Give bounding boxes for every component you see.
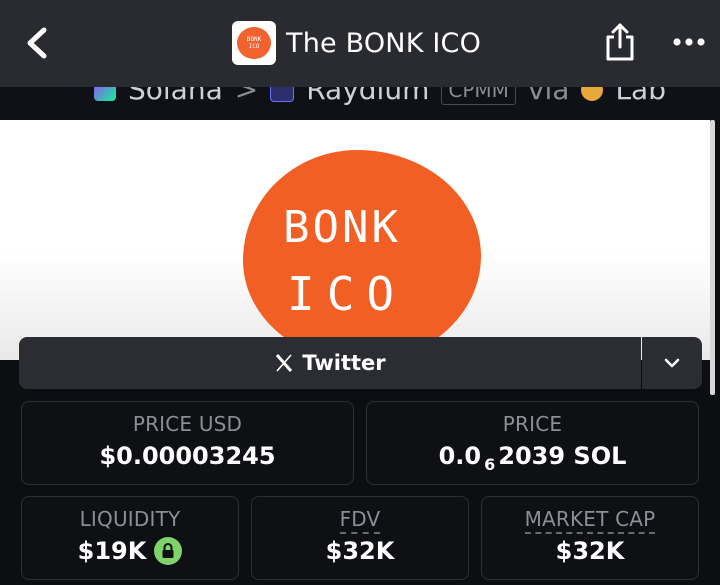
price-zero-count: 6 bbox=[484, 454, 496, 474]
price-suffix: 2039 SOL bbox=[498, 442, 627, 470]
market-cap-value: $32K bbox=[555, 537, 625, 565]
fdv-card: FDV $32K bbox=[251, 496, 469, 580]
price-native-card: PRICE 0.0 6 2039 SOL bbox=[366, 401, 699, 485]
favicon-line-1: BONK bbox=[246, 36, 262, 43]
top-nav-bar: BONK ICO The BONK ICO bbox=[0, 0, 720, 87]
site-favicon: BONK ICO bbox=[232, 21, 276, 65]
breadcrumb-dex[interactable]: Raydium bbox=[306, 87, 429, 106]
token-banner-image: BONK ICO bbox=[0, 120, 710, 360]
bonk-ico-logo: BONK ICO bbox=[243, 150, 481, 360]
launchpad-icon bbox=[581, 87, 604, 101]
fdv-value: $32K bbox=[325, 537, 395, 565]
price-usd-value: $0.00003245 bbox=[99, 442, 276, 470]
breadcrumb-separator: > bbox=[234, 87, 259, 106]
share-icon[interactable] bbox=[603, 22, 637, 62]
pool-type-badge: CPMM bbox=[441, 87, 516, 105]
x-logo-icon bbox=[276, 354, 293, 372]
page-title: The BONK ICO bbox=[286, 27, 482, 59]
price-usd-label: PRICE USD bbox=[132, 412, 243, 436]
page-scrollbar[interactable] bbox=[710, 120, 715, 395]
logo-text-line-1: BONK bbox=[283, 202, 401, 253]
liquidity-label: LIQUIDITY bbox=[79, 507, 181, 531]
liquidity-locked-lock-icon[interactable] bbox=[154, 537, 183, 565]
logo-text-line-2: ICO bbox=[287, 267, 406, 321]
breadcrumb-via: via bbox=[527, 87, 570, 106]
price-native-label: PRICE bbox=[502, 412, 563, 436]
favicon-line-2: ICO bbox=[248, 43, 260, 50]
more-options-icon[interactable] bbox=[672, 36, 706, 48]
market-cap-label: MARKET CAP bbox=[482, 507, 698, 534]
twitter-button[interactable]: Twitter bbox=[19, 337, 641, 389]
breadcrumb: Solana > Raydium CPMM via Lab bbox=[0, 87, 720, 120]
solana-icon bbox=[94, 87, 116, 101]
liquidity-value: $19K bbox=[77, 537, 147, 565]
chevron-down-icon bbox=[664, 358, 680, 368]
breadcrumb-chain[interactable]: Solana bbox=[128, 87, 223, 106]
liquidity-card: LIQUIDITY $19K bbox=[21, 496, 239, 580]
price-prefix: 0.0 bbox=[438, 442, 482, 470]
raydium-icon bbox=[270, 87, 295, 102]
market-cap-label-text[interactable]: MARKET CAP bbox=[524, 507, 656, 534]
fdv-label-text[interactable]: FDV bbox=[339, 507, 381, 534]
price-native-value: 0.0 6 2039 SOL bbox=[367, 442, 698, 474]
socials-dropdown-button[interactable] bbox=[642, 337, 702, 389]
price-usd-card: PRICE USD $0.00003245 bbox=[21, 401, 354, 485]
twitter-button-label: Twitter bbox=[302, 351, 386, 375]
fdv-label: FDV bbox=[252, 507, 468, 534]
market-cap-card: MARKET CAP $32K bbox=[481, 496, 699, 580]
breadcrumb-launchpad[interactable]: Lab bbox=[615, 87, 666, 106]
page-title-group: BONK ICO The BONK ICO bbox=[232, 21, 481, 65]
back-chevron-icon[interactable] bbox=[22, 26, 52, 60]
